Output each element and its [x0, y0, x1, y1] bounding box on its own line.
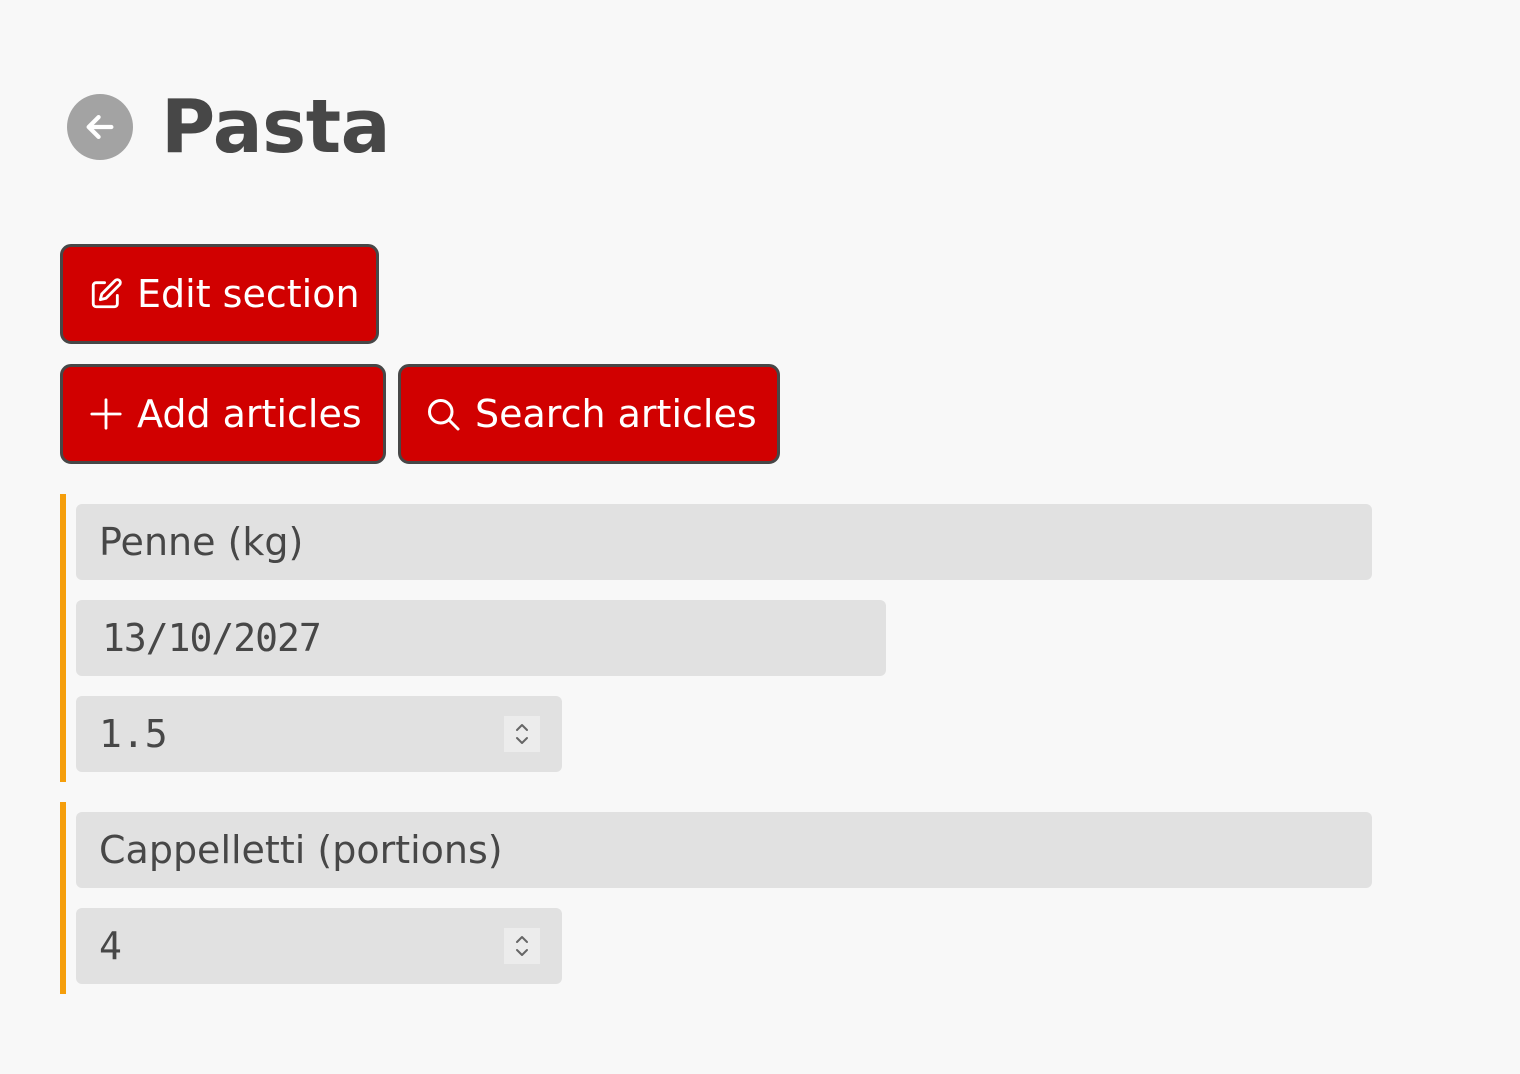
- page: Pasta Edit section Add articles Search a…: [0, 0, 1520, 1074]
- quantity-field[interactable]: 1.5: [76, 696, 562, 772]
- arrow-left-icon: [86, 114, 114, 140]
- back-button[interactable]: [67, 94, 133, 160]
- quantity-stepper[interactable]: [504, 716, 540, 752]
- article-item: Cappelletti (portions) 4: [60, 802, 1386, 994]
- search-icon: [425, 396, 461, 432]
- add-articles-button[interactable]: Add articles: [60, 364, 386, 464]
- stepper-arrows-icon: [516, 724, 528, 744]
- expiry-date-field[interactable]: 13/10/2027: [76, 600, 886, 676]
- add-articles-label: Add articles: [137, 392, 362, 436]
- quantity-value: 1.5: [99, 712, 168, 756]
- quantity-stepper[interactable]: [504, 928, 540, 964]
- edit-section-button[interactable]: Edit section: [60, 244, 379, 344]
- article-name-field[interactable]: Cappelletti (portions): [76, 812, 1372, 888]
- search-articles-label: Search articles: [475, 392, 757, 436]
- plus-icon: [89, 397, 123, 431]
- quantity-field[interactable]: 4: [76, 908, 562, 984]
- edit-section-label: Edit section: [137, 272, 360, 316]
- article-name-field[interactable]: Penne (kg): [76, 504, 1372, 580]
- stepper-arrows-icon: [516, 936, 528, 956]
- search-articles-button[interactable]: Search articles: [398, 364, 780, 464]
- article-item: Penne (kg) 13/10/2027 1.5: [60, 494, 1386, 782]
- quantity-value: 4: [99, 924, 122, 968]
- page-title: Pasta: [161, 84, 391, 170]
- edit-icon: [89, 277, 123, 311]
